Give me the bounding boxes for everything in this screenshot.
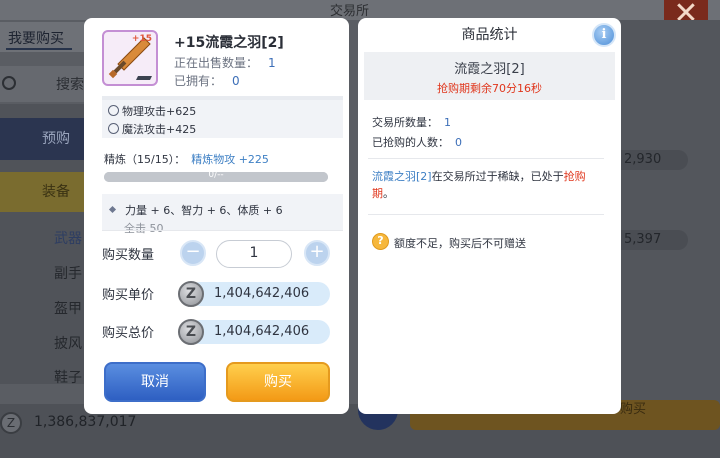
purchase-dialog: +15 +15流霞之羽[2] 正在出售数量： 1 已拥有： 0 物理攻击+625 魔… (84, 18, 349, 414)
search-icon[interactable] (2, 76, 16, 90)
refine-line: 精炼（15/15）： 精炼物攻 +225 (104, 151, 269, 167)
divider (368, 158, 604, 159)
stats-title: 商品统计 (461, 27, 518, 43)
total-price-value: 1,404,642,406 (188, 320, 330, 344)
scarcity-note: 流霞之羽[2]在交易所过于稀缺，已处于抢购期。 (372, 168, 604, 202)
on-sale-value: 1 (268, 56, 276, 70)
item-refine-badge: +15 (131, 34, 152, 44)
exchange-count-label: 交易所数量： (372, 116, 438, 129)
on-sale-label: 正在出售数量： (174, 56, 259, 70)
attr-magic-attack: 魔法攻击+425 (108, 121, 196, 137)
owned-count: 已拥有： 0 (174, 72, 240, 89)
attack-icon (108, 105, 119, 116)
stats-item-name: 流霞之羽[2] (454, 62, 525, 77)
qty-input[interactable]: 1 (216, 240, 292, 268)
refine-progress-text: 0/-- (208, 170, 224, 180)
stats-line-cut: 全击 50 (124, 222, 164, 235)
total-price-label: 购买总价 (102, 326, 155, 341)
bg-buy-label: 购买 (620, 402, 647, 417)
tab-buy[interactable]: 我要购买 (8, 28, 64, 48)
stats-dialog: 商品统计 i 流霞之羽[2] 抢购期剩余70分16秒 交易所数量： 1 已抢购的人… (358, 18, 621, 414)
exchange-count: 交易所数量： 1 (372, 114, 451, 130)
exchange-title: 交易所 (330, 4, 370, 19)
note-text: 在交易所过于稀缺，已处于 (431, 170, 564, 183)
stats-text: 力量 + 6、智力 + 6、体质 + 6 (125, 204, 283, 217)
stats-line: 力量 + 6、智力 + 6、体质 + 6 (108, 202, 283, 218)
note-end: 。 (383, 187, 394, 200)
sidebar-item-equipment[interactable]: 装备 (0, 172, 90, 212)
magic-icon (108, 123, 119, 134)
rush-timer: 抢购期剩余70分16秒 (437, 82, 542, 95)
quota-warning: 额度不足，购买后不可赠送 (394, 237, 526, 250)
tab-underline (6, 48, 72, 50)
zeny-coin-icon: Z (178, 319, 204, 345)
bullet-icon (108, 205, 117, 214)
info-icon[interactable]: i (592, 23, 616, 47)
attr-physical-attack: 物理攻击+625 (108, 103, 196, 119)
question-icon: ? (372, 233, 389, 250)
zeny-coin-icon: Z (0, 412, 22, 434)
on-sale-count: 正在出售数量： 1 (174, 54, 276, 71)
unit-price-label: 购买单价 (102, 288, 155, 303)
item-icon-frame: +15 (102, 30, 158, 86)
exchange-count-value: 1 (444, 116, 451, 129)
category-offhand[interactable]: 副手 (54, 263, 82, 283)
divider (368, 214, 604, 215)
owned-value: 0 (232, 74, 240, 88)
divider (102, 230, 343, 231)
buyers-value: 0 (455, 136, 462, 149)
category-armor[interactable]: 盔甲 (54, 298, 82, 318)
cancel-button[interactable]: 取消 (104, 362, 206, 402)
unit-price-value: 1,404,642,406 (188, 282, 330, 306)
category-shoes[interactable]: 鞋子 (54, 367, 82, 387)
category-cloak[interactable]: 披风 (54, 333, 82, 353)
attr-text: 魔法攻击+425 (122, 123, 197, 136)
refine-label: 精炼（15/15）： (104, 153, 186, 166)
wallet-balance: 1,386,837,017 (34, 414, 137, 430)
item-title: +15流霞之羽[2] (174, 35, 284, 51)
zeny-coin-icon: Z (178, 281, 204, 307)
buyers-label: 已抢购的人数： (372, 136, 449, 149)
refine-value: 精炼物攻 +225 (191, 153, 269, 166)
refine-progress-bar: 0/-- (104, 170, 328, 182)
search-label[interactable]: 搜索 (56, 74, 84, 94)
sidebar-item-preorder[interactable]: 预购 (0, 118, 90, 160)
owned-label: 已拥有： (174, 74, 223, 88)
qty-minus-button[interactable]: − (180, 240, 206, 266)
buy-button[interactable]: 购买 (226, 362, 330, 402)
qty-label: 购买数量 (102, 248, 155, 263)
note-item-link[interactable]: 流霞之羽[2] (372, 170, 432, 183)
category-weapon[interactable]: 武器 (54, 228, 82, 248)
qty-plus-button[interactable]: + (304, 240, 330, 266)
buyers-count: 已抢购的人数： 0 (372, 134, 462, 150)
attr-text: 物理攻击+625 (122, 105, 197, 118)
